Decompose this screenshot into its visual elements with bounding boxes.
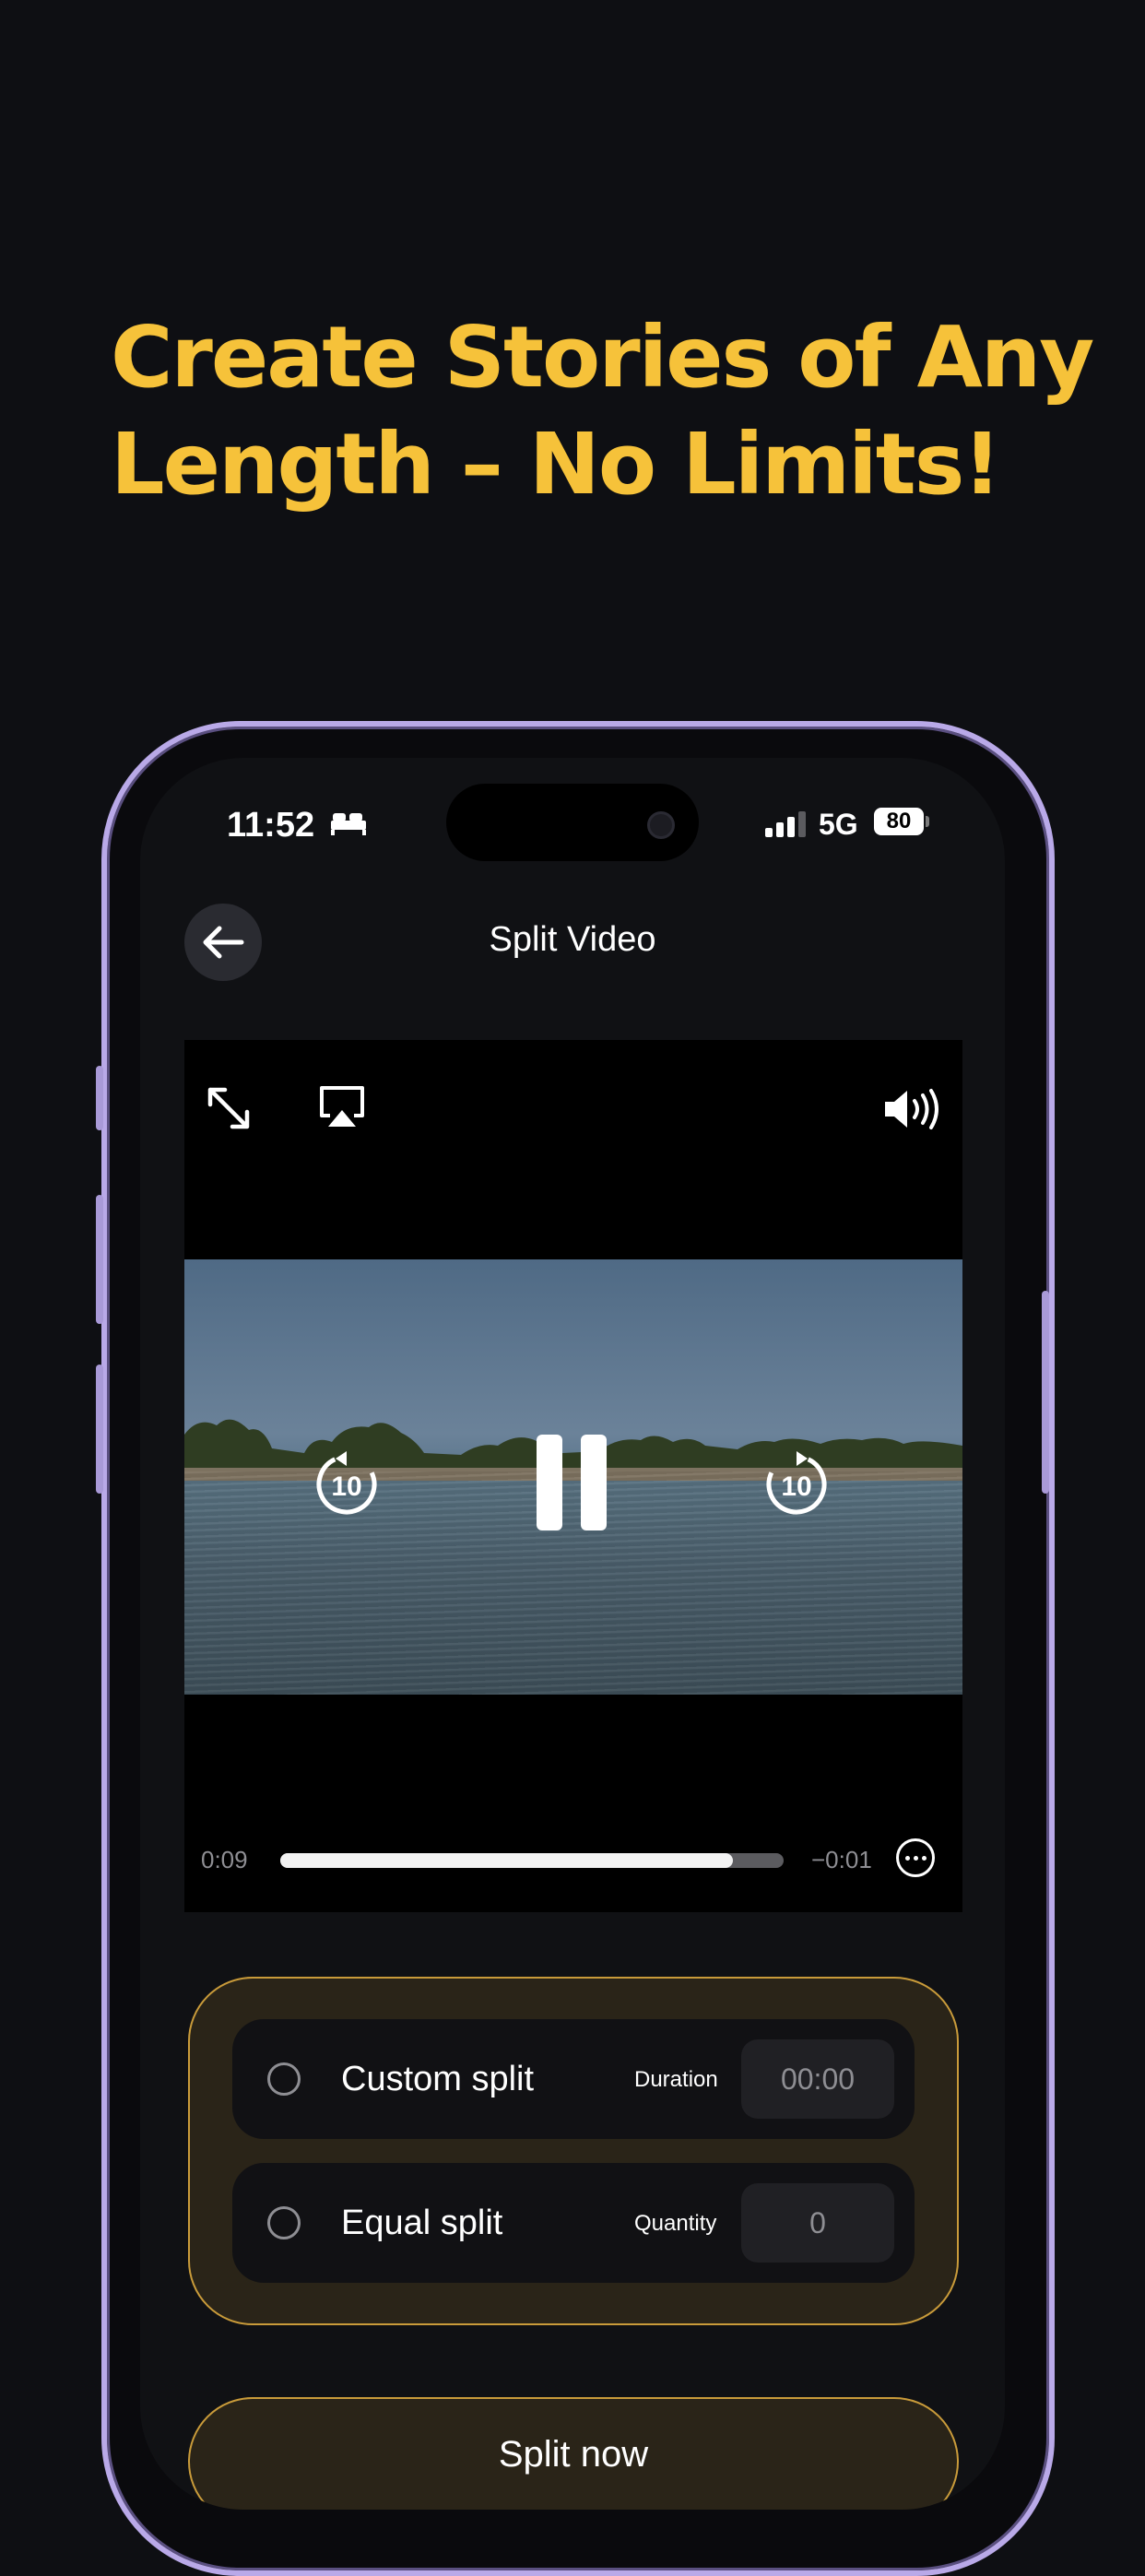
skip-forward-10-icon[interactable]: 10 — [760, 1448, 833, 1521]
video-player[interactable]: 10 10 0:09 −0:01 — [184, 1040, 962, 1912]
status-time: 11:52 — [227, 806, 315, 845]
headline-line-1: Create Stories of Any — [111, 308, 1094, 407]
phone-screen: 11:52 5G 80 Split Video 10 10 0:09 −0:01… — [140, 758, 1005, 2510]
equal-split-option[interactable]: Equal split Quantity 0 — [232, 2163, 915, 2283]
progress-scrubber[interactable] — [280, 1853, 784, 1868]
split-now-button[interactable]: Split now — [188, 2397, 959, 2510]
power-button — [1042, 1291, 1049, 1494]
promo-headline: Create Stories of Any Length – No Limits… — [111, 304, 1094, 518]
quantity-label: Quantity — [634, 2211, 717, 2236]
progress-fill — [280, 1853, 734, 1868]
volume-down-button — [96, 1365, 103, 1494]
headline-line-2: Length – No Limits! — [111, 415, 1001, 514]
video-frame: 10 10 — [184, 1259, 962, 1695]
airplay-icon[interactable] — [317, 1084, 367, 1130]
action-button — [96, 1066, 103, 1130]
more-options-icon[interactable] — [896, 1838, 935, 1877]
skip-forward-label: 10 — [781, 1471, 811, 1502]
camera-icon — [647, 811, 675, 839]
skip-back-10-icon[interactable]: 10 — [310, 1448, 384, 1521]
custom-split-label: Custom split — [341, 2060, 535, 2098]
skip-back-label: 10 — [331, 1471, 361, 1502]
pause-icon[interactable] — [537, 1435, 607, 1530]
split-options-panel: Custom split Duration 00:00 Equal split … — [188, 1977, 959, 2325]
custom-split-option[interactable]: Custom split Duration 00:00 — [232, 2019, 915, 2139]
signal-icon — [765, 811, 806, 837]
equal-split-radio[interactable] — [267, 2206, 301, 2239]
duration-input[interactable]: 00:00 — [741, 2039, 894, 2119]
page-title: Split Video — [489, 920, 656, 959]
volume-icon[interactable] — [881, 1086, 946, 1132]
remaining-time: −0:01 — [811, 1846, 872, 1873]
battery-nub — [926, 816, 929, 827]
equal-split-label: Equal split — [341, 2204, 503, 2242]
fullscreen-icon[interactable] — [203, 1082, 254, 1134]
quantity-input[interactable]: 0 — [741, 2183, 894, 2263]
elapsed-time: 0:09 — [201, 1846, 248, 1873]
duration-label: Duration — [634, 2067, 718, 2092]
network-type: 5G — [819, 808, 858, 841]
volume-up-button — [96, 1195, 103, 1324]
sleep-focus-icon — [331, 813, 366, 835]
battery-icon: 80 — [874, 808, 924, 835]
custom-split-radio[interactable] — [267, 2062, 301, 2096]
dynamic-island — [446, 784, 699, 861]
